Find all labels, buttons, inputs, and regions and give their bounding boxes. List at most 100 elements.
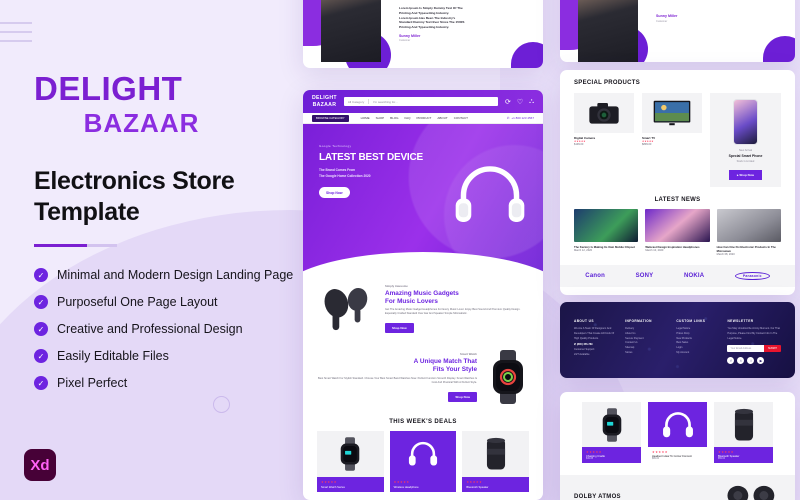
newsletter-form: Your Email Address SUBMIT xyxy=(727,345,781,353)
check-icon: ✓ xyxy=(34,295,48,309)
product-image xyxy=(462,431,530,478)
product-card[interactable]: ★★★★★ Smart Watch Series xyxy=(317,431,384,492)
cart-icon[interactable]: ⛬ xyxy=(529,98,534,106)
rating-stars: ★★★★★ xyxy=(652,450,668,454)
section-title-line2: Fits Your Style xyxy=(432,365,477,373)
music-shop-now-button[interactable]: Shop Now xyxy=(385,323,414,334)
testimonial-card-right: Sunny Miller Customer xyxy=(560,0,795,62)
nav-item-shop[interactable]: SHOP xyxy=(376,116,385,120)
feature-label: Creative and Professional Design xyxy=(57,322,243,336)
product-card[interactable]: Smart TV ★★★★★ $899.00 xyxy=(642,93,702,187)
heart-icon[interactable]: ♡ xyxy=(517,98,523,106)
footer-about-body: We Are A Team Of Designers And Developer… xyxy=(574,327,615,340)
footer-link[interactable]: My Account xyxy=(676,351,717,356)
hero-subtitle-line2: The Google Home Collection 2020 xyxy=(319,173,371,178)
watch-shop-now-button[interactable]: Shop Now xyxy=(448,391,477,402)
testimonial-photo-group xyxy=(303,0,391,68)
hero-shop-now-button[interactable]: Shop Now xyxy=(319,187,350,199)
feature-list: ✓ Minimal and Modern Design Landing Page… xyxy=(34,268,294,390)
section-kicker: Simply Awesome xyxy=(385,284,408,288)
newsletter-submit-button[interactable]: SUBMIT xyxy=(763,345,781,353)
newsletter-email-input[interactable]: Your Email Address xyxy=(727,345,764,353)
headphone-icon xyxy=(408,442,438,466)
nav-item-product[interactable]: PRODUCT xyxy=(417,116,432,120)
nav-item-blog[interactable]: BLOG xyxy=(390,116,398,120)
nav-item-contact[interactable]: CONTACT xyxy=(454,116,468,120)
featured-name: Special Smart Phone xyxy=(728,154,763,158)
smartwatch-icon xyxy=(493,350,523,405)
social-icon-group: f t i ▶ xyxy=(727,357,781,365)
refresh-icon[interactable]: ⟳ xyxy=(505,98,511,106)
brand-logo-nokia: NOKIA xyxy=(683,272,705,279)
brand-logo-primary: DELIGHT xyxy=(34,70,183,107)
featured-shop-now-button[interactable]: ▸ Shop Now xyxy=(728,169,763,180)
nav-item-faq[interactable]: FAQ xyxy=(405,116,411,120)
rating-stars: ★★★★★ xyxy=(586,450,602,454)
news-card[interactable]: How Can One Fix Electronic Products In T… xyxy=(716,208,781,257)
title-divider-faint xyxy=(87,244,117,247)
earbuds-icon xyxy=(324,288,368,331)
product-price: $59.00 xyxy=(718,458,726,460)
speaker-icon xyxy=(734,408,753,441)
hero-title: LATEST BEST DEVICE xyxy=(319,152,424,163)
news-card[interactable]: The Factory Is Making Its Own Mobile Chi… xyxy=(574,208,639,257)
news-date: March 08, 2020 xyxy=(716,252,735,256)
tv-icon xyxy=(653,100,691,126)
search-category-select[interactable]: All Category xyxy=(348,100,364,104)
rating-stars: ★★★★★ xyxy=(718,450,734,454)
product-image xyxy=(574,93,634,133)
product-card[interactable]: ★★★★★ Wireless Headphone xyxy=(389,431,457,492)
nav-item-home[interactable]: HOME xyxy=(361,116,370,120)
title-divider xyxy=(34,244,87,247)
product-card[interactable]: ★★★★★ Bluetooth Speaker xyxy=(462,431,530,492)
watch-section: Smart Watch A Unique Match That Fits You… xyxy=(303,342,543,412)
footer-mockup: ABOUT US We Are A Team Of Designers And … xyxy=(560,302,795,378)
product-price: $899.00 xyxy=(642,143,652,146)
youtube-icon[interactable]: ▶ xyxy=(757,357,765,365)
mockup-logo[interactable]: DELIGHT BAZAAR xyxy=(312,95,337,108)
phone-icon: ✆ xyxy=(574,343,577,347)
product-card[interactable]: ★★★★★ Charging Cradle $49.00 xyxy=(582,402,641,463)
news-card[interactable]: Webcast Design Inspiration Headphones Ma… xyxy=(645,208,710,257)
featured-button-label: Shop Now xyxy=(739,172,755,177)
list-item: ✓ Pixel Perfect xyxy=(34,376,294,390)
section-title-line2: For Music Lovers xyxy=(385,297,438,305)
camera-icon xyxy=(589,103,619,124)
check-icon: ✓ xyxy=(34,376,48,390)
featured-product-card[interactable]: New Arrival Special Smart Phone Stock Is… xyxy=(710,93,781,187)
product-card[interactable]: Digital Camera ★★★★★ $199.00 xyxy=(574,93,634,187)
facebook-icon[interactable]: f xyxy=(727,357,735,365)
earbuds-icon xyxy=(727,485,775,500)
header-phone[interactable]: ✆ +1 800 123 4567 xyxy=(507,116,534,120)
search-input[interactable]: All Category I'm searching for... xyxy=(343,97,498,106)
product-card[interactable]: ★★★★★ Headset In-Ear To Corner Fremont $… xyxy=(648,402,707,463)
news-date: March 10, 2020 xyxy=(645,248,664,252)
feature-label: Pixel Perfect xyxy=(57,376,128,390)
special-products-panel: SPECIAL PRODUCTS Digital Camera ★★★★★ $1… xyxy=(560,70,795,295)
instagram-icon[interactable]: i xyxy=(747,357,755,365)
list-item: ✓ Creative and Professional Design xyxy=(34,322,294,336)
product-card[interactable]: ★★★★★ Bluetooth Speaker $59.00 xyxy=(714,402,773,463)
news-image xyxy=(645,208,710,242)
list-item: ✓ Minimal and Modern Design Landing Page xyxy=(34,268,294,282)
section-kicker: Smart Watch xyxy=(460,352,477,357)
decorative-lines xyxy=(0,22,32,49)
footer-phone-sub2: 24/7 Available xyxy=(574,352,590,356)
bottom-products-panel: ★★★★★ Charging Cradle $49.00 ★★★★★ Heads… xyxy=(560,392,795,500)
testimonial-line: Printing And Typesetting Industry. xyxy=(399,25,450,30)
header-icon-group: ⟳ ♡ ⛬ xyxy=(505,98,534,106)
rating-stars: ★★★★★ xyxy=(393,480,410,485)
footer-link[interactable]: Stores xyxy=(625,351,666,356)
deals-title: THIS WEEK'S DEALS xyxy=(389,419,457,426)
check-icon: ✓ xyxy=(34,268,48,282)
testimonial-role: Customer xyxy=(399,39,411,43)
testimonial-card-center: Lorem Ipsum Is Simply Dummy Text Of The … xyxy=(303,0,543,68)
footer-title-about: ABOUT US xyxy=(574,319,594,323)
headphone-icon xyxy=(455,166,525,222)
twitter-icon[interactable]: t xyxy=(737,357,745,365)
nav-item-about[interactable]: ABOUT xyxy=(437,116,447,120)
product-image xyxy=(317,431,384,478)
product-name: Wireless Headphone xyxy=(393,485,419,489)
testimonial-author: Sunny Miller xyxy=(656,14,678,18)
browse-category-button[interactable]: BROWSE CATEGORY xyxy=(312,114,349,122)
